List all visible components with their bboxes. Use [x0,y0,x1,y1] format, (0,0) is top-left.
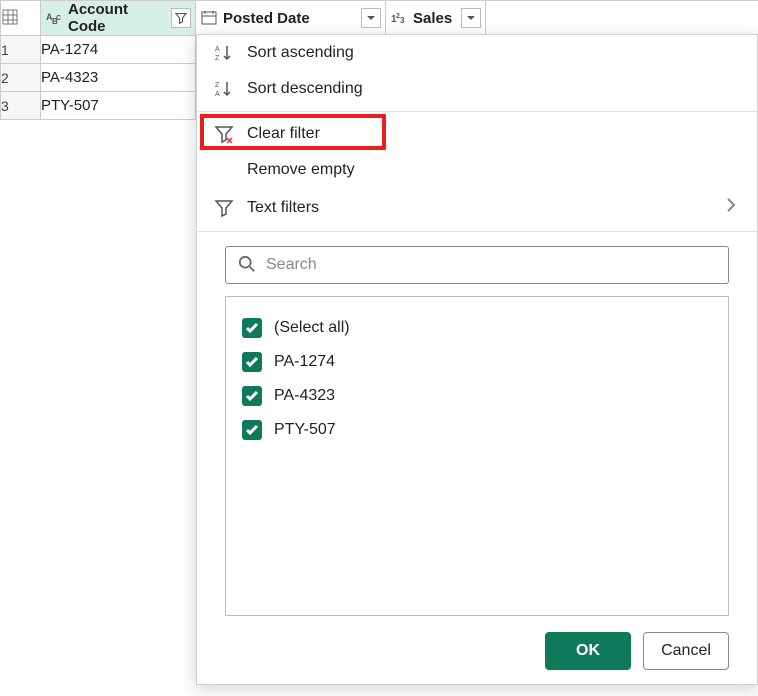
column-filter-button-account[interactable] [171,8,191,28]
chevron-right-icon [725,195,737,220]
svg-text:3: 3 [400,16,405,25]
svg-text:A: A [215,46,220,53]
filter-value-label: PA-4323 [274,387,335,405]
column-header-posted-date[interactable]: Posted Date [196,1,386,36]
checkbox-checked[interactable] [242,420,262,440]
column-label: Posted Date [223,10,356,27]
menu-label: Clear filter [247,125,320,143]
column-label: Sales [413,10,456,27]
ok-button[interactable]: OK [545,632,631,670]
column-spacer [486,1,758,36]
chevron-down-icon [365,12,377,24]
number-type-icon: 123 [390,10,408,26]
column-header-sales[interactable]: 123 Sales [386,1,486,36]
column-filter-button-sales[interactable] [461,8,481,28]
row-number[interactable]: 3 [1,92,41,120]
menu-label: Sort descending [247,80,363,98]
column-header-account-code[interactable]: ABC Account Code [41,1,196,36]
clear-filter-icon [213,123,235,145]
sort-ascending-item[interactable]: AZ Sort ascending [197,35,757,71]
svg-text:Z: Z [215,55,220,62]
filter-value-item[interactable]: PA-4323 [242,379,712,413]
filter-value-label: PA-1274 [274,353,335,371]
filter-search-box[interactable] [225,246,729,284]
search-icon [238,255,256,276]
row-number[interactable]: 2 [1,64,41,92]
cell-account[interactable]: PA-1274 [41,36,196,64]
table-icon [1,9,19,25]
chevron-down-icon [465,12,477,24]
select-all-corner[interactable] [1,1,41,36]
checkbox-checked[interactable] [242,318,262,338]
sort-desc-icon: ZA [213,78,235,100]
checkbox-checked[interactable] [242,386,262,406]
date-type-icon [200,10,218,26]
filter-dropdown-menu: AZ Sort ascending ZA Sort descending Cle… [196,34,758,685]
text-type-icon: ABC [45,10,63,26]
row-number[interactable]: 1 [1,36,41,64]
filter-value-item[interactable]: PA-1274 [242,345,712,379]
checkbox-checked[interactable] [242,352,262,372]
column-label: Account Code [68,1,166,35]
cell-account[interactable]: PA-4323 [41,64,196,92]
cell-account[interactable]: PTY-507 [41,92,196,120]
search-input[interactable] [266,256,716,274]
sort-asc-icon: AZ [213,42,235,64]
filter-value-label: (Select all) [274,319,350,337]
menu-label: Text filters [247,199,319,217]
cancel-button[interactable]: Cancel [643,632,729,670]
filter-value-item[interactable]: (Select all) [242,311,712,345]
column-filter-button-posted[interactable] [361,8,381,28]
menu-separator [197,111,757,112]
button-label: Cancel [661,642,711,660]
text-filters-item[interactable]: Text filters [197,188,757,227]
clear-filter-item[interactable]: Clear filter [197,116,757,152]
menu-label: Remove empty [247,161,355,179]
sort-descending-item[interactable]: ZA Sort descending [197,71,757,107]
filter-applied-icon [175,12,187,24]
menu-label: Sort ascending [247,44,354,62]
filter-value-item[interactable]: PTY-507 [242,413,712,447]
svg-text:C: C [56,15,61,22]
filter-value-label: PTY-507 [274,421,336,439]
menu-separator [197,231,757,232]
remove-empty-item[interactable]: Remove empty [197,152,757,188]
blank-icon [213,159,235,181]
filter-values-list[interactable]: (Select all) PA-1274 PA-4323 PTY-507 [225,296,729,616]
funnel-icon [213,197,235,219]
button-label: OK [576,642,600,660]
svg-text:A: A [215,91,220,98]
svg-text:Z: Z [215,82,220,89]
